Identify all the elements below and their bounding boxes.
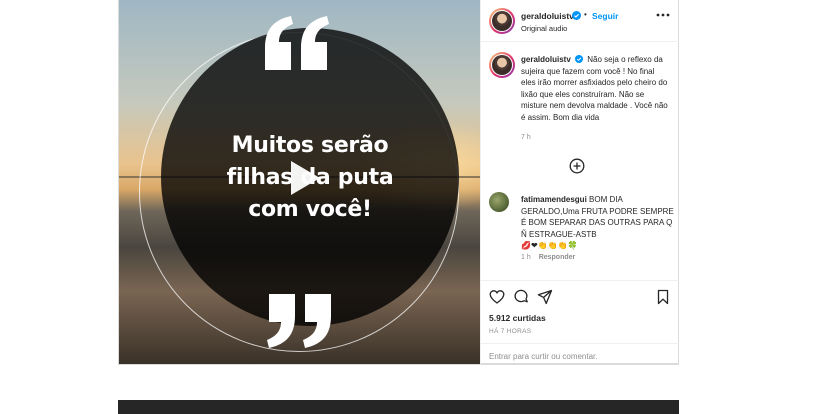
quote-close-icon xyxy=(267,294,331,348)
commenter-username[interactable]: fatimamendesgui xyxy=(521,195,587,204)
post-timestamp: HÁ 7 HORAS xyxy=(489,328,532,335)
post-header: geraldoluistv • Seguir Original audio xyxy=(481,0,679,42)
post-actions: 5.912 curtidas HÁ 7 HORAS Entrar para cu… xyxy=(481,280,679,364)
caption-timestamp: 7 h xyxy=(521,134,531,141)
verified-badge-icon xyxy=(572,11,581,20)
comment-emojis: 💋❤👏👏👏🍀 xyxy=(521,241,578,250)
bookmark-icon[interactable] xyxy=(655,289,671,305)
comment-text: fatimamendesgui BOM DIA GERALDO,Uma FRUT… xyxy=(521,194,677,252)
add-comment-bar: Entrar para curtir ou comentar. xyxy=(481,343,679,365)
reply-button[interactable]: Responder xyxy=(539,254,576,261)
instagram-post: Muitos serão filhas da puta com você! ge… xyxy=(118,0,679,364)
comment-meta: 1 h Responder xyxy=(521,254,575,261)
caption-body: Não seja o reflexo da sujeira que fazem … xyxy=(521,55,668,122)
caption-text: geraldoluistv Não seja o reflexo da suje… xyxy=(521,54,671,123)
login-to-comment-link[interactable]: Entrar para curtir ou comentar. xyxy=(489,352,598,361)
follow-button[interactable]: Seguir xyxy=(592,11,618,21)
post-sidebar: geraldoluistv • Seguir Original audio ge… xyxy=(481,0,679,364)
video-text-line-3: com você! xyxy=(248,197,372,222)
paper-plane-icon[interactable] xyxy=(537,289,553,305)
page: Muitos serão filhas da puta com você! ge… xyxy=(0,0,828,414)
header-separator: • xyxy=(584,10,587,19)
play-icon[interactable] xyxy=(287,158,323,198)
quote-open-icon xyxy=(265,16,329,70)
caption-username[interactable]: geraldoluistv xyxy=(521,55,571,64)
caption-avatar[interactable] xyxy=(489,52,515,78)
comment-timestamp: 1 h xyxy=(521,254,531,261)
caption-verified-icon xyxy=(575,55,584,63)
post-video[interactable]: Muitos serão filhas da puta com você! xyxy=(119,0,480,364)
commenter-avatar[interactable] xyxy=(489,192,509,212)
comment-icon[interactable] xyxy=(513,289,529,305)
author-avatar[interactable] xyxy=(489,8,515,34)
plus-circle-icon[interactable] xyxy=(569,158,585,174)
more-options-icon[interactable] xyxy=(653,8,673,22)
footer-bar xyxy=(118,400,679,414)
original-audio-link[interactable]: Original audio xyxy=(521,24,567,33)
page-divider xyxy=(118,364,679,365)
heart-icon[interactable] xyxy=(489,289,505,305)
author-username[interactable]: geraldoluistv xyxy=(521,11,574,21)
likes-count[interactable]: 5.912 curtidas xyxy=(489,313,546,323)
